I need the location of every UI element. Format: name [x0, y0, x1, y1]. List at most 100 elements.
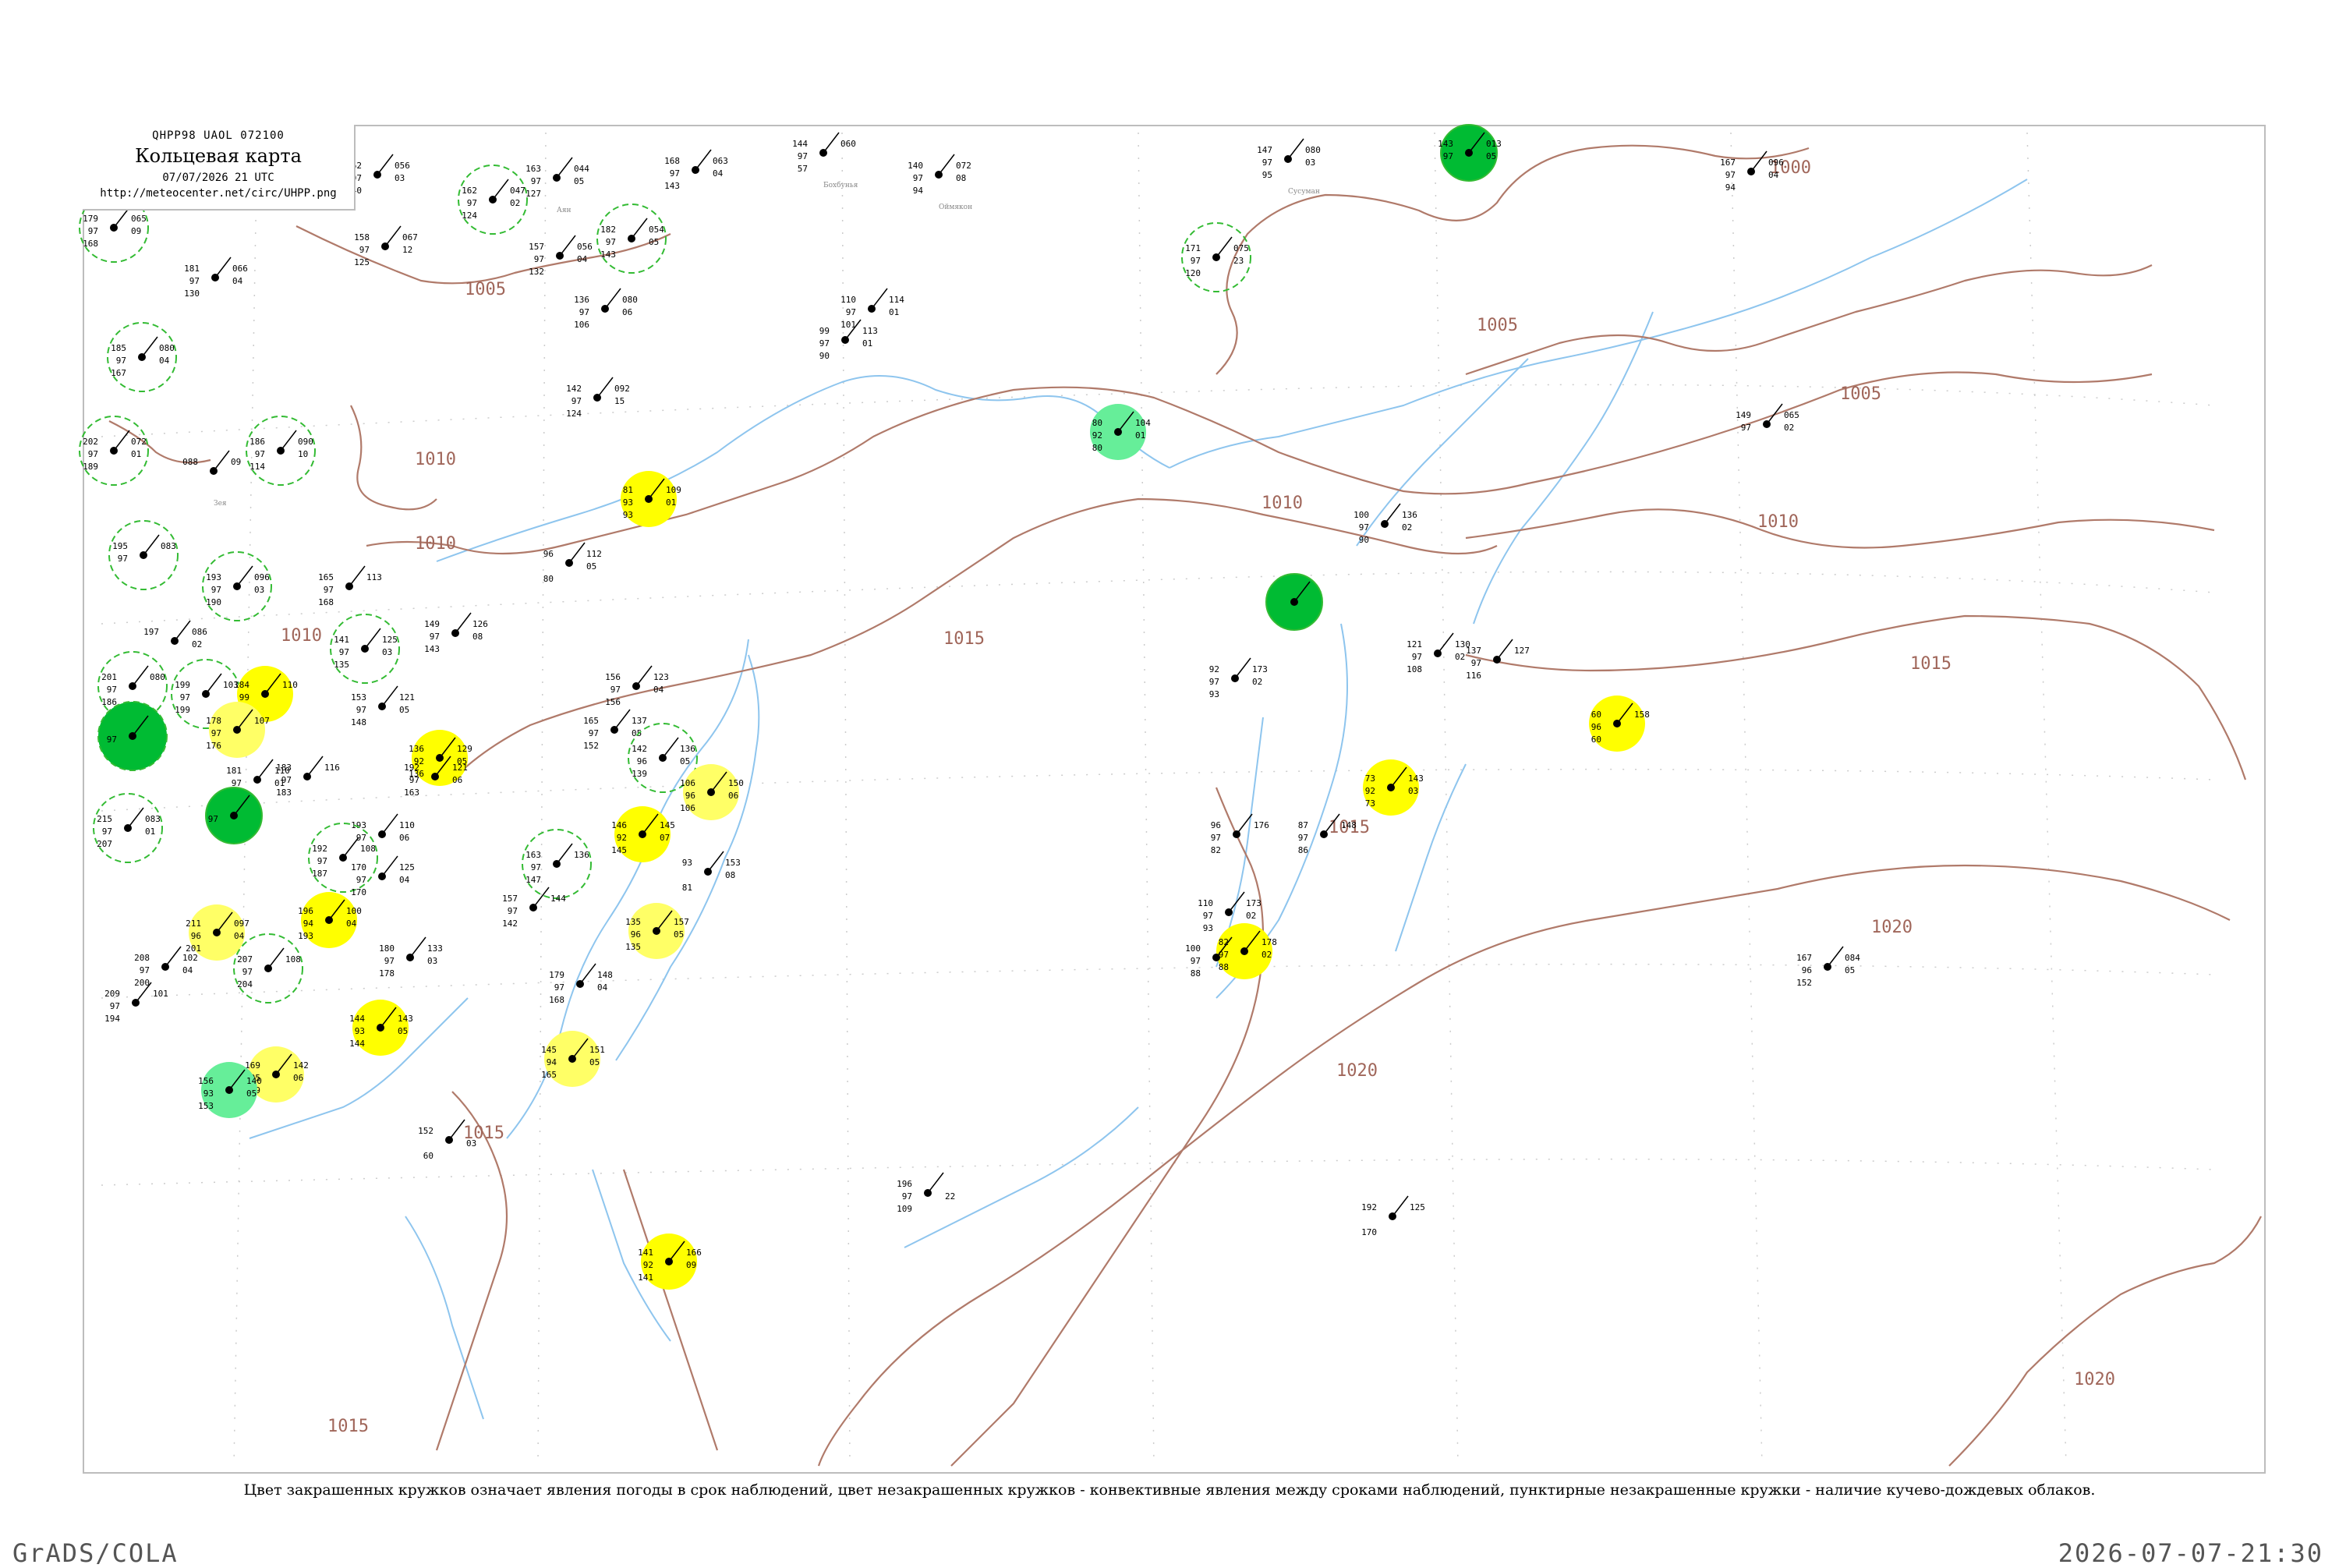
station-value: 114 — [249, 462, 265, 472]
station-plot-54: 215 083 97 01 207 — [93, 793, 163, 863]
station-value: 163 — [525, 850, 541, 860]
isobar-label-1005-a: 1005 — [465, 280, 506, 299]
isobar-label-1010-d: 1010 — [1757, 512, 1799, 532]
station-plot-63: 93 153 08 81 — [682, 851, 741, 893]
station-value: 179 — [549, 970, 564, 980]
station-value: 152 — [418, 1126, 433, 1136]
station-value: 114 — [889, 295, 904, 305]
station-plot-64: 196 100 94 04 193 — [298, 892, 362, 948]
wind-barb-icon — [1287, 138, 1304, 160]
station-plot-73: 167 084 96 05 152 — [1796, 946, 1860, 988]
wind-barb-icon — [631, 218, 648, 239]
map-title-box: QHPP98 UAOL 072100 Кольцевая карта 07/07… — [83, 125, 356, 211]
wind-barb-icon — [1392, 1195, 1409, 1217]
station-value: 152 — [583, 741, 599, 751]
station-value: 97 — [118, 554, 128, 564]
station-value: 168 — [83, 239, 98, 249]
station-value: 152 — [1796, 978, 1812, 988]
station-value: 190 — [206, 597, 221, 607]
station-value: 06 — [399, 833, 409, 843]
station-value: 136 — [574, 295, 589, 305]
station-value: 04 — [182, 965, 193, 975]
station-value: 05 — [586, 561, 596, 572]
station-value: 09 — [231, 457, 241, 467]
wind-barb-icon — [132, 665, 149, 687]
station-value: 158 — [354, 232, 370, 242]
station-plot-35: 121 13097 02108 — [1407, 632, 1470, 674]
station-value: 97 — [356, 705, 366, 715]
isobar-label-1020-a: 1020 — [1871, 918, 1913, 937]
station-plot-17: 110 11497 01101 — [840, 288, 904, 330]
wind-barb-icon — [559, 235, 576, 257]
station-value: 87 — [1298, 820, 1308, 830]
station-value: 23 — [1233, 256, 1244, 266]
station-value: 170 — [351, 887, 366, 897]
station-value: 97 — [1191, 956, 1201, 966]
station-value: 144 — [349, 1014, 365, 1024]
station-value: 208 — [134, 953, 150, 963]
station-value: 94 — [1725, 182, 1736, 193]
station-value: 083 — [145, 814, 161, 824]
station-value: 97 — [140, 965, 150, 975]
station-value: 186 — [249, 437, 265, 447]
station-value: 97 — [255, 449, 265, 459]
station-value: 97 — [1359, 522, 1369, 533]
station-value: 148 — [351, 717, 366, 727]
station-value: 168 — [664, 156, 680, 166]
station-value: 92 — [1209, 664, 1219, 674]
station-value: 125 — [354, 257, 370, 267]
station-value: 143 — [1438, 139, 1453, 149]
isobar-label-1005-c: 1005 — [1840, 384, 1881, 404]
station-value: 02 — [1402, 522, 1412, 533]
isobar-label-1010-a: 1010 — [415, 450, 456, 469]
station-plot-15: 171 075 97 23 120 — [1181, 222, 1251, 292]
map-source-url[interactable]: http://meteocenter.net/circ/UHPP.png — [83, 187, 354, 200]
station-value: 03 — [254, 585, 264, 595]
station-value: 145 — [611, 845, 627, 855]
station-value: 167 — [111, 368, 126, 378]
station-value: 112 — [586, 549, 602, 559]
station-value: 180 — [379, 943, 395, 954]
station-value: 047 — [510, 186, 525, 196]
station-value: 97 — [1209, 677, 1219, 687]
station-value: 97 — [339, 647, 349, 657]
wind-barb-icon — [143, 534, 160, 556]
wind-barb-icon — [257, 759, 274, 780]
station-value: 153 — [725, 858, 741, 868]
station-value: 97 — [670, 168, 680, 179]
station-value: 075 — [1233, 243, 1249, 253]
station-value: 97 — [819, 338, 830, 349]
station-value: 142 — [632, 744, 647, 754]
station-value: 165 — [318, 572, 334, 582]
station-value: 116 — [1466, 671, 1481, 681]
station-plot-24: 088 09 Зея — [182, 450, 241, 508]
wind-barb-icon — [174, 620, 191, 642]
station-value: 080 — [1305, 145, 1321, 155]
station-value: 135 — [625, 942, 641, 952]
wind-barb-icon — [267, 947, 285, 969]
station-value: 05 — [574, 176, 584, 186]
station-value: 03 — [395, 173, 405, 183]
station-value: 92 — [1092, 430, 1102, 441]
station-plot-32: 141 125 97 03 135 — [330, 614, 400, 684]
station-value: 97 — [211, 585, 221, 595]
station-plot-7: 147 080 97 03 95 Сусуман — [1257, 138, 1321, 196]
station-plot-66: 135 157 96 05 135 — [625, 903, 689, 959]
station-value: 063 — [713, 156, 728, 166]
station-plot-40: 92 173 97 02 93 — [1209, 657, 1268, 699]
station-value: 97 — [1741, 423, 1751, 433]
station-value: 067 — [402, 232, 418, 242]
wind-barb-icon — [568, 542, 586, 564]
station-value: 123 — [653, 672, 669, 682]
station-plot-71: 208 102 97 04 200 — [134, 946, 198, 988]
station-value: 110 — [274, 766, 290, 776]
station-value: 96 — [1211, 820, 1221, 830]
station-plot-56: 146 145 92 07 145 — [611, 806, 675, 862]
station-value: 15 — [614, 396, 625, 406]
station-value: 013 — [1486, 139, 1502, 149]
station-value: 201 — [101, 672, 117, 682]
station-value: 01 — [862, 338, 872, 349]
station-value: 108 — [1407, 664, 1422, 674]
wind-barb-icon — [871, 288, 888, 310]
station-value: 168 — [549, 995, 564, 1005]
